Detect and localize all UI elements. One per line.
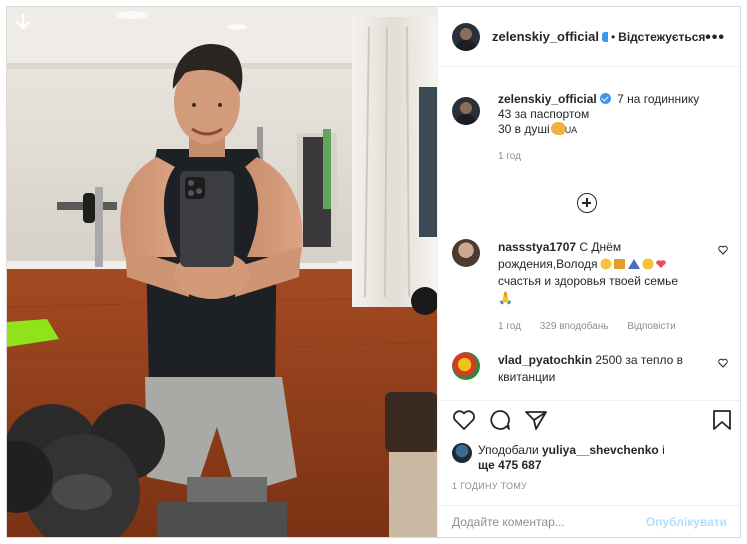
caption-text-line2: 43 за паспортом: [498, 107, 590, 121]
comment-text-line1: С Днём: [579, 240, 622, 254]
caption-avatar[interactable]: [452, 97, 480, 125]
post-dialog: zelenskiy_official • Відстежується ••• z…: [6, 6, 741, 538]
like-comment-heart-icon[interactable]: [718, 245, 728, 255]
gym-selfie-image: [7, 7, 437, 537]
liker-avatar[interactable]: [452, 443, 472, 463]
save-bookmark-icon[interactable]: [712, 409, 732, 431]
emoji-row-icon: [600, 258, 668, 270]
liked-by: Уподобали yuliya__shevchenko і ще 475 68…: [452, 443, 732, 473]
comment-input[interactable]: Додайте коментар...: [452, 515, 646, 529]
reply-button[interactable]: Відповісти: [627, 321, 675, 332]
verified-badge-icon: [599, 93, 611, 104]
comment-item: nassstya1707 С Днём рождения,Володя счас…: [452, 239, 734, 335]
comment-time[interactable]: 1 год: [498, 321, 521, 332]
add-comment-bar: Додайте коментар... Опублікувати: [438, 505, 740, 537]
post-sidebar: zelenskiy_official • Відстежується ••• z…: [437, 7, 740, 537]
verified-badge-icon: [601, 31, 608, 42]
comment-avatar[interactable]: [452, 352, 480, 380]
caption-text-line1: 7 на годиннику: [617, 92, 700, 106]
comment-text-line3: счастья и здоровья твоей семье: [498, 274, 679, 288]
separator-dot: •: [610, 29, 616, 44]
caption-username[interactable]: zelenskiy_official: [498, 92, 597, 106]
liked-by-and: ще: [478, 458, 495, 472]
praying-hands-emoji-icon: 🙏: [498, 291, 513, 305]
post-photo[interactable]: [7, 7, 437, 537]
comment-text-line2: рождения,Володя: [498, 257, 598, 271]
comments-list[interactable]: zelenskiy_official 7 на годиннику 43 за …: [438, 67, 740, 400]
publish-button[interactable]: Опублікувати: [646, 515, 727, 529]
share-paper-plane-icon[interactable]: [524, 409, 548, 431]
more-options-icon[interactable]: •••: [705, 29, 725, 47]
post-header: zelenskiy_official • Відстежується •••: [438, 7, 740, 67]
comment-avatar[interactable]: [452, 239, 480, 267]
like-heart-icon[interactable]: [452, 409, 476, 431]
download-arrow-icon[interactable]: [13, 13, 33, 33]
comment-username[interactable]: nassstya1707: [498, 240, 576, 254]
flexed-biceps-emoji-icon: [550, 122, 565, 135]
comment-item: vlad_pyatochkin 2500 за тепло в квитанци…: [452, 352, 734, 386]
liked-by-user[interactable]: yuliya__shevchenko: [542, 443, 659, 457]
comment-bubble-icon[interactable]: [488, 409, 512, 431]
load-more-comments-icon[interactable]: [577, 193, 597, 213]
post-actions: Уподобали yuliya__shevchenko і ще 475 68…: [438, 400, 740, 537]
header-username[interactable]: zelenskiy_official: [492, 29, 599, 44]
liked-by-prefix: Уподобали: [478, 443, 539, 457]
post-caption: zelenskiy_official 7 на годиннику 43 за …: [452, 92, 732, 164]
comment-username[interactable]: vlad_pyatochkin: [498, 353, 592, 367]
comment-likes[interactable]: 329 вподобань: [540, 321, 609, 332]
caption-suffix: UA: [564, 125, 578, 135]
likes-count[interactable]: 475 687: [498, 458, 541, 472]
avatar[interactable]: [452, 22, 480, 51]
like-comment-heart-icon[interactable]: [718, 358, 728, 368]
caption-text-line3: 30 в душі: [498, 122, 550, 136]
caption-time[interactable]: 1 год: [498, 151, 521, 162]
post-timestamp[interactable]: 1 ГОДИНУ ТОМУ: [452, 481, 527, 491]
liked-by-mid: і: [662, 443, 665, 457]
following-button[interactable]: Відстежується: [618, 30, 705, 44]
